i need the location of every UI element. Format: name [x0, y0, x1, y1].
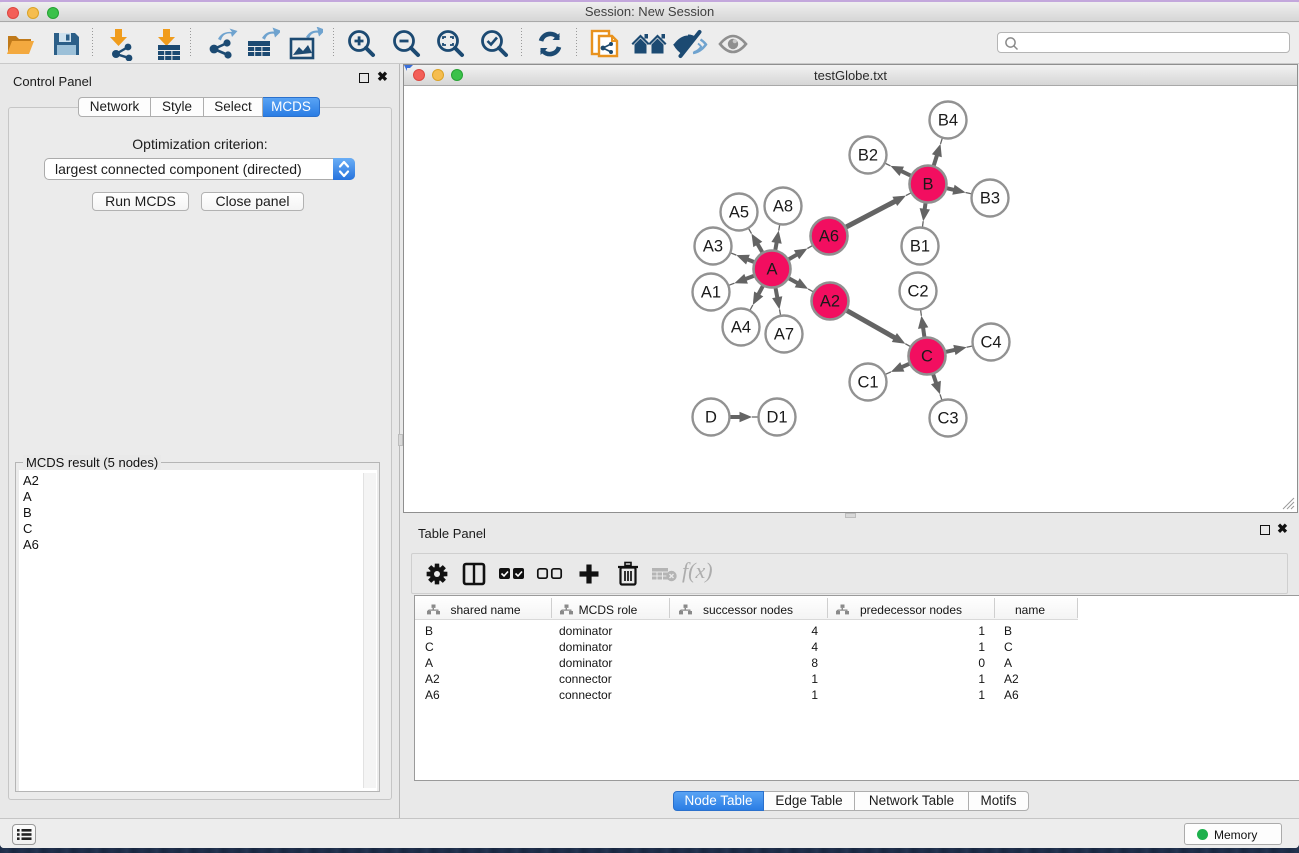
svg-text:D: D [705, 409, 717, 427]
svg-text:C4: C4 [980, 334, 1001, 352]
svg-text:A2: A2 [820, 293, 840, 311]
svg-text:C: C [921, 348, 933, 366]
svg-text:A7: A7 [774, 326, 794, 344]
svg-text:A1: A1 [701, 284, 721, 302]
svg-text:B1: B1 [910, 238, 930, 256]
svg-text:B4: B4 [938, 112, 958, 130]
svg-text:A4: A4 [731, 319, 751, 337]
svg-text:A8: A8 [773, 198, 793, 216]
svg-text:A3: A3 [703, 238, 723, 256]
svg-text:A6: A6 [819, 228, 839, 246]
svg-text:C1: C1 [857, 374, 878, 392]
svg-text:C3: C3 [937, 410, 958, 428]
svg-text:B3: B3 [980, 190, 1000, 208]
svg-text:A5: A5 [729, 204, 749, 222]
svg-text:C2: C2 [907, 283, 928, 301]
svg-text:B2: B2 [858, 147, 878, 165]
svg-text:A: A [766, 261, 777, 279]
svg-text:B: B [922, 176, 933, 194]
svg-text:D1: D1 [766, 409, 787, 427]
